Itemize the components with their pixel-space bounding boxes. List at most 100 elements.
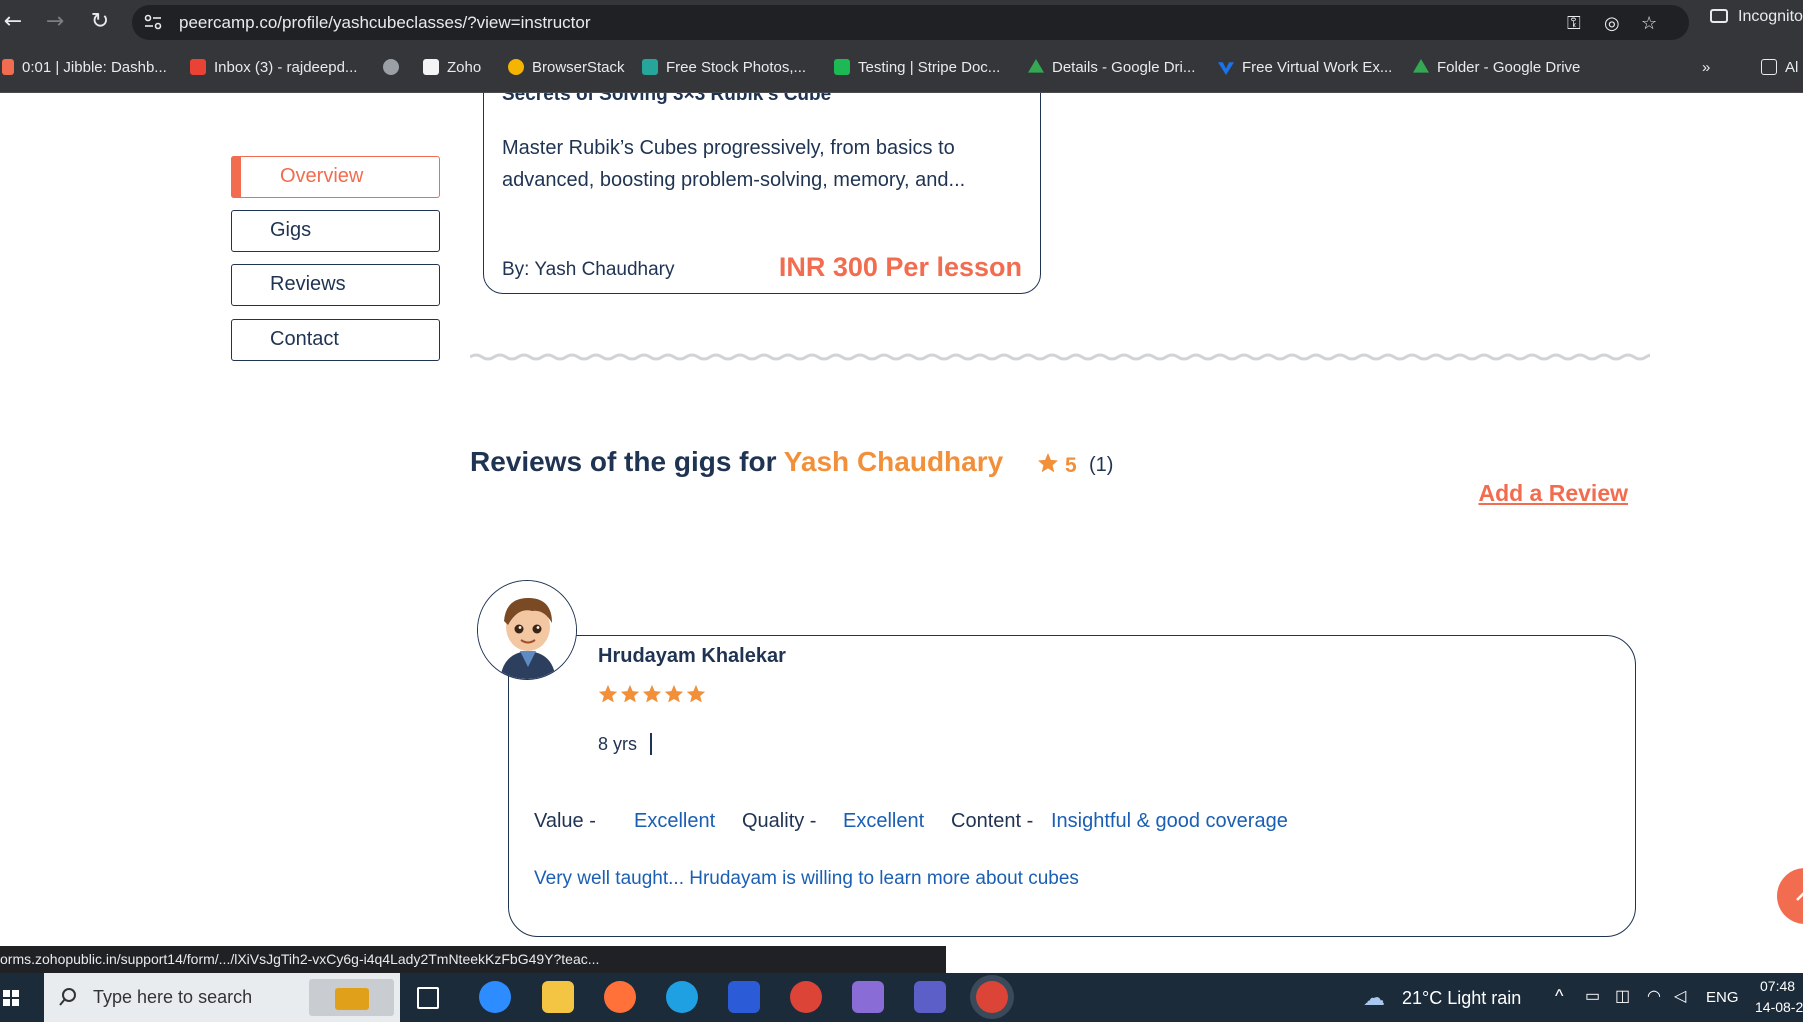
volume-icon[interactable]: ◁ — [1674, 986, 1686, 1006]
reviewer-age: 8 yrs — [598, 734, 638, 754]
scroll-to-top-button[interactable] — [1777, 868, 1803, 924]
chrome-icon[interactable] — [976, 981, 1008, 1013]
avatar — [477, 580, 577, 680]
globe-icon — [383, 59, 399, 75]
weather-text[interactable]: 21°C Light rain — [1402, 988, 1521, 1009]
search-highlight — [309, 979, 394, 1016]
windows-start-icon[interactable] — [0, 973, 44, 1022]
language-indicator[interactable]: ENG — [1706, 989, 1739, 1006]
reviewer-name: Hrudayam Khalekar — [598, 645, 786, 667]
sidebar-item-contact[interactable]: Contact — [231, 319, 440, 361]
wifi-icon[interactable]: ◠ — [1647, 986, 1661, 1006]
stock-photos-icon — [642, 59, 658, 75]
taskbar-search[interactable]: Type here to search — [44, 973, 400, 1022]
bookmark-zoho[interactable]: Zoho — [423, 59, 481, 76]
age-separator — [650, 733, 652, 755]
clock-time[interactable]: 07:48 — [1760, 978, 1795, 994]
site-info-icon[interactable] — [144, 14, 162, 30]
instructor-name: Yash Chaudhary — [783, 446, 1004, 477]
bookmark-virtual-work[interactable]: Free Virtual Work Ex... — [1218, 59, 1392, 76]
folder-icon — [1761, 59, 1777, 75]
bookmark-google-drive-details[interactable]: Details - Google Dri... — [1028, 59, 1195, 76]
key-icon[interactable]: ⚿ — [1567, 13, 1581, 34]
bookmark-globe[interactable] — [383, 59, 407, 76]
content-rating: Insightful & good coverage — [1051, 810, 1288, 832]
review-card — [508, 635, 1636, 937]
more-bookmarks-icon[interactable]: » — [1702, 59, 1710, 76]
sidebar-item-gigs[interactable]: Gigs — [231, 210, 440, 252]
stripe-sheet-icon — [834, 59, 850, 75]
feather-app-icon[interactable] — [852, 981, 884, 1013]
zoho-icon — [423, 59, 439, 75]
reload-icon[interactable]: ↻ — [87, 10, 113, 36]
forward-icon[interactable]: → — [42, 10, 68, 36]
back-icon[interactable]: ← — [0, 10, 26, 36]
briefcase-icon — [335, 988, 369, 1010]
address-bar[interactable]: peercamp.co/profile/yashcubeclasses/?vie… — [132, 5, 1689, 40]
gmail-icon — [190, 59, 206, 75]
bookmark-browserstack[interactable]: BrowserStack — [508, 59, 625, 76]
taskbar: Type here to search ☁ 21°C Light rain ^ … — [0, 973, 1803, 1022]
google-drive-icon — [1028, 59, 1044, 73]
browser-toolbar: ← → ↻ peercamp.co/profile/yashcubeclasse… — [0, 0, 1803, 45]
weather-cloud-icon[interactable]: ☁ — [1363, 985, 1385, 1011]
eye-off-icon[interactable]: ◎ — [1604, 13, 1620, 34]
all-bookmarks[interactable]: Al — [1761, 59, 1798, 76]
teams-icon[interactable] — [914, 981, 946, 1013]
value-rating: Excellent — [634, 810, 716, 832]
file-explorer-icon[interactable] — [542, 981, 574, 1013]
word-app-icon[interactable] — [728, 981, 760, 1013]
bookmark-stripe[interactable]: Testing | Stripe Doc... — [834, 59, 1000, 76]
search-icon — [59, 988, 76, 1006]
task-view-icon[interactable] — [417, 987, 439, 1009]
bookmark-gmail[interactable]: Inbox (3) - rajdeepd... — [190, 59, 357, 76]
bookmark-folder-drive[interactable]: Folder - Google Drive — [1413, 59, 1580, 76]
battery-icon[interactable]: ▭ — [1585, 986, 1600, 1006]
bookmark-jibble[interactable]: 0:01 | Jibble: Dashb... — [2, 59, 167, 76]
network-icon[interactable]: ◫ — [1615, 986, 1630, 1006]
browserstack-icon — [508, 59, 524, 75]
google-drive-icon — [1413, 59, 1429, 73]
star-icon — [1038, 453, 1058, 473]
value-label: Value - — [534, 810, 596, 832]
url-text[interactable]: peercamp.co/profile/yashcubeclasses/?vie… — [179, 13, 591, 33]
bookmark-star-icon[interactable]: ☆ — [1641, 13, 1657, 34]
quality-label: Quality - — [742, 810, 817, 832]
content-label: Content - — [951, 810, 1034, 832]
status-link-preview: orms.zohopublic.in/support14/form/.../lX… — [0, 946, 946, 973]
gig-author: By: Yash Chaudhary — [502, 259, 675, 280]
tray-chevron-up-icon[interactable]: ^ — [1555, 986, 1563, 1007]
wavy-divider — [470, 353, 1650, 361]
incognito-icon — [1710, 9, 1728, 23]
firefox-icon[interactable] — [604, 981, 636, 1013]
review-star-rating — [597, 683, 707, 707]
star-icon — [642, 684, 662, 703]
gig-title[interactable]: Secrets of Solving 3×3 Rubik's Cube — [502, 93, 831, 106]
sidebar-item-overview[interactable]: Overview — [230, 155, 440, 198]
review-count: (1) — [1089, 454, 1114, 476]
zoom-app-icon[interactable] — [479, 981, 511, 1013]
clock-date[interactable]: 14-08-2 — [1755, 999, 1803, 1015]
gig-card[interactable]: Secrets of Solving 3×3 Rubik's Cube Mast… — [483, 93, 1041, 294]
star-icon — [598, 684, 618, 703]
page-content: Overview Gigs Reviews Contact Secrets of… — [0, 93, 1803, 973]
edge-icon[interactable] — [666, 981, 698, 1013]
gig-price: INR 300 Per lesson — [778, 252, 1022, 282]
bookmarks-bar: 0:01 | Jibble: Dashb... Inbox (3) - rajd… — [0, 45, 1803, 93]
review-comment: Very well taught... Hrudayam is willing … — [534, 868, 1079, 889]
sidebar-item-reviews[interactable]: Reviews — [231, 264, 440, 306]
jibble-icon — [2, 59, 14, 75]
avatar-image — [478, 581, 576, 679]
bookmark-stock-photos[interactable]: Free Stock Photos,... — [642, 59, 806, 76]
average-rating: 5 — [1065, 454, 1077, 477]
reviews-heading: Reviews of the gigs for Yash Chaudhary — [470, 446, 1004, 477]
chevron-up-icon — [1796, 892, 1803, 901]
quality-rating: Excellent — [843, 810, 925, 832]
star-icon — [664, 684, 684, 703]
incognito-indicator[interactable]: Incognito — [1710, 8, 1803, 26]
chrome-profile-icon[interactable] — [790, 981, 822, 1013]
gig-description: Master Rubik’s Cubes progressively, from… — [502, 137, 966, 191]
add-review-link[interactable]: Add a Review — [1478, 480, 1628, 507]
star-icon — [620, 684, 640, 703]
virtual-work-icon — [1218, 62, 1234, 75]
